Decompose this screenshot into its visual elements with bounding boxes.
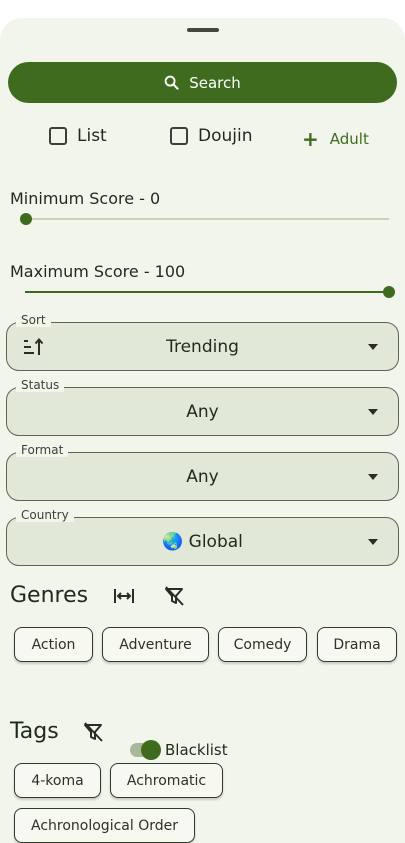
tag-chip-achronological-order[interactable]: Achronological Order bbox=[14, 808, 195, 843]
format-legend: Format bbox=[16, 443, 69, 457]
chevron-down-icon bbox=[368, 409, 378, 415]
genre-chip-drama[interactable]: Drama bbox=[317, 627, 397, 662]
genre-chip-label: Comedy bbox=[233, 636, 292, 653]
tag-chip-label: Achromatic bbox=[126, 772, 207, 789]
genre-chip-comedy[interactable]: Comedy bbox=[218, 627, 307, 662]
tag-chip-label: 4-koma bbox=[31, 772, 84, 789]
minimum-score-label: Minimum Score - 0 bbox=[10, 189, 161, 208]
search-button-label: Search bbox=[189, 73, 241, 92]
search-button[interactable]: Search bbox=[8, 62, 397, 103]
expand-horizontal-icon[interactable] bbox=[113, 585, 135, 607]
sort-value: Trending bbox=[166, 337, 239, 357]
genre-chip-label: Adventure bbox=[119, 636, 192, 653]
tag-chip-4-koma[interactable]: 4-koma bbox=[14, 763, 101, 798]
blacklist-label: Blacklist bbox=[165, 741, 228, 759]
format-dropdown[interactable]: Format Any bbox=[6, 443, 399, 501]
filter-off-icon[interactable] bbox=[163, 585, 185, 607]
search-icon bbox=[164, 75, 179, 90]
minimum-score-thumb[interactable] bbox=[20, 213, 32, 225]
sort-dropdown[interactable]: Sort Trending bbox=[6, 313, 399, 371]
status-legend: Status bbox=[16, 378, 65, 392]
chevron-down-icon bbox=[368, 474, 378, 480]
maximum-score-track[interactable] bbox=[25, 291, 389, 293]
adult-label: Adult bbox=[329, 130, 369, 148]
doujin-checkbox-box[interactable] bbox=[170, 127, 188, 145]
list-checkbox-label: List bbox=[77, 126, 107, 146]
status-value: Any bbox=[186, 402, 219, 422]
filter-bottom-sheet: Search List Doujin + Adult Minimum Score… bbox=[0, 18, 405, 843]
genre-chip-action[interactable]: Action bbox=[14, 627, 93, 662]
filter-checkbox-row: List Doujin + Adult bbox=[0, 126, 405, 154]
drag-handle[interactable] bbox=[187, 28, 219, 32]
filter-off-icon[interactable] bbox=[82, 721, 104, 743]
adult-toggle-button[interactable]: + Adult bbox=[302, 129, 369, 149]
list-checkbox[interactable]: List bbox=[49, 126, 107, 146]
genre-chip-label: Action bbox=[31, 636, 76, 653]
tag-chip-label: Achronological Order bbox=[31, 817, 178, 834]
tags-title: Tags bbox=[10, 719, 59, 744]
minimum-score-track[interactable] bbox=[25, 218, 389, 220]
chevron-down-icon bbox=[368, 539, 378, 545]
country-dropdown[interactable]: Country 🌏 Global bbox=[6, 508, 399, 566]
blacklist-switch[interactable] bbox=[130, 740, 162, 760]
genre-chip-adventure[interactable]: Adventure bbox=[102, 627, 209, 662]
sort-legend: Sort bbox=[16, 313, 51, 327]
format-value: Any bbox=[186, 467, 219, 487]
tag-chip-achromatic[interactable]: Achromatic bbox=[110, 763, 223, 798]
doujin-checkbox[interactable]: Doujin bbox=[170, 126, 253, 146]
country-legend: Country bbox=[16, 508, 74, 522]
genres-title: Genres bbox=[10, 583, 89, 608]
list-checkbox-box[interactable] bbox=[49, 127, 67, 145]
genre-chip-label: Drama bbox=[333, 636, 381, 653]
maximum-score-label: Maximum Score - 100 bbox=[10, 262, 186, 281]
plus-icon: + bbox=[302, 127, 319, 151]
doujin-checkbox-label: Doujin bbox=[198, 126, 253, 146]
country-value: 🌏 Global bbox=[162, 532, 243, 552]
blacklist-switch-knob[interactable] bbox=[141, 740, 161, 760]
chevron-down-icon bbox=[368, 344, 378, 350]
status-dropdown[interactable]: Status Any bbox=[6, 378, 399, 436]
maximum-score-thumb[interactable] bbox=[383, 286, 395, 298]
